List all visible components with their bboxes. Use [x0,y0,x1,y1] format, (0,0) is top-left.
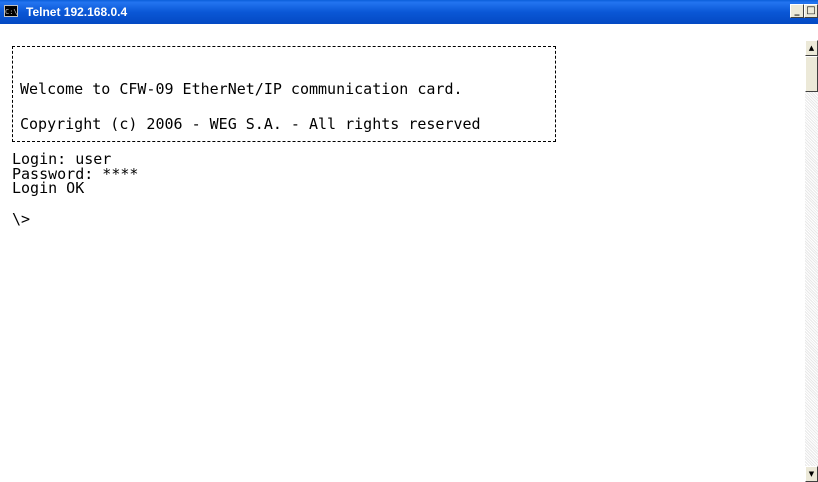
maximize-button[interactable]: □ [804,4,818,18]
command-prompt[interactable]: \> [12,212,30,227]
scroll-thumb[interactable] [805,56,818,92]
vertical-scrollbar[interactable]: ▲ ▼ [805,40,818,482]
telnet-window: C:\ Telnet 192.168.0.4 _ □ × Welcome to … [0,0,818,482]
console-icon[interactable]: C:\ [4,5,18,17]
scroll-up-arrow-icon[interactable]: ▲ [805,40,818,56]
banner-welcome-text: Welcome to CFW-09 EtherNet/IP communicat… [20,80,463,98]
banner-copyright-text: Copyright (c) 2006 - WEG S.A. - All righ… [20,115,481,133]
scroll-down-arrow-icon[interactable]: ▼ [805,466,818,482]
minimize-button[interactable]: _ [790,4,804,18]
title-bar[interactable]: C:\ Telnet 192.168.0.4 _ □ × [0,0,818,24]
console-area[interactable]: Welcome to CFW-09 EtherNet/IP communicat… [12,40,802,482]
window-title: Telnet 192.168.0.4 [26,5,128,19]
login-status-line: Login OK [12,179,85,197]
